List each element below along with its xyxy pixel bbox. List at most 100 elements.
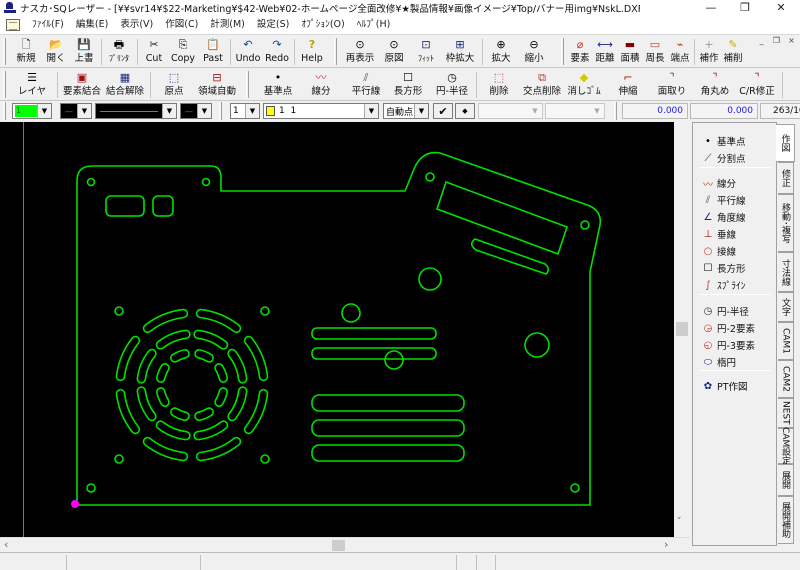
panel-item-circle-radius[interactable]: ◷ 円-半径 bbox=[701, 303, 749, 319]
disabled-select-b[interactable]: ▼ bbox=[545, 103, 605, 119]
layer-button[interactable]: ☰ レイヤ bbox=[14, 70, 50, 100]
panel-item-angle-line[interactable]: ∠ 角度線 bbox=[701, 209, 746, 225]
measure-distance-button[interactable]: ⟷ 距離 bbox=[593, 37, 617, 67]
copy-button[interactable]: ⎘ Copy bbox=[168, 37, 198, 67]
fit-button[interactable]: ⊡ ﾌｨｯﾄ bbox=[412, 37, 440, 67]
toolbar-grip[interactable] bbox=[3, 71, 6, 98]
paste-button[interactable]: 📋 Past bbox=[200, 37, 226, 67]
chevron-down-icon[interactable]: ▼ bbox=[77, 104, 91, 118]
aux-draw-button[interactable]: + 補作 bbox=[697, 37, 721, 67]
confirm-button[interactable]: ✔ bbox=[433, 103, 453, 119]
scroll-down-arrow[interactable]: ˅ bbox=[677, 517, 682, 527]
measure-endpoint-button[interactable]: ⌁ 端点 bbox=[668, 37, 692, 67]
tab-8[interactable]: CAM設定 bbox=[778, 427, 794, 465]
toolbar-grip[interactable] bbox=[3, 102, 6, 120]
eraser-button[interactable]: ◆ 消しｺﾞﾑ bbox=[566, 70, 602, 100]
panel-item-pt-draw[interactable]: ✿ PT作図 bbox=[701, 378, 748, 394]
scroll-right-arrow[interactable]: › bbox=[664, 538, 668, 551]
new-button[interactable]: 🗋 新規 bbox=[12, 37, 40, 67]
measure-perimeter-button[interactable]: ▭ 周長 bbox=[643, 37, 667, 67]
snap-mode-select[interactable]: 自動点 ▼ bbox=[383, 103, 429, 119]
linetype-select[interactable]: — ▼ bbox=[60, 103, 92, 119]
toolbar-grip[interactable] bbox=[3, 38, 6, 65]
line-end-select[interactable]: — ▼ bbox=[180, 103, 212, 119]
tab-6[interactable]: CAM2 bbox=[778, 360, 794, 398]
drawing-canvas[interactable] bbox=[0, 122, 690, 537]
menu-edit[interactable]: 編集(E) bbox=[70, 16, 114, 34]
document-icon[interactable] bbox=[6, 19, 20, 31]
cad-drawing[interactable] bbox=[0, 122, 690, 537]
panel-item-divide-point[interactable]: ⟋ 分割点 bbox=[701, 150, 746, 166]
tab-7[interactable]: NEST bbox=[778, 398, 794, 428]
panel-item-circle-3elem[interactable]: ◵ 円-3要素 bbox=[701, 337, 755, 353]
panel-item-parallel-line[interactable]: ⫽ 平行線 bbox=[701, 192, 746, 208]
join-elements-button[interactable]: ▣ 要素結合 bbox=[62, 70, 102, 100]
reference-point-button[interactable]: • 基準点 bbox=[258, 70, 298, 100]
menu-measure[interactable]: 計測(M) bbox=[204, 16, 251, 34]
chevron-down-icon[interactable]: ▼ bbox=[414, 104, 428, 118]
zoom-in-button[interactable]: ⊕ 拡大 bbox=[488, 37, 514, 67]
frame-zoom-button[interactable]: ⊞ 枠拡大 bbox=[444, 37, 476, 67]
vertical-scrollbar[interactable]: ˅ bbox=[674, 122, 690, 537]
tab-0[interactable]: 作図 bbox=[776, 124, 795, 162]
menu-view[interactable]: 表示(V) bbox=[114, 16, 159, 34]
redo-button[interactable]: ↷ Redo bbox=[263, 37, 291, 67]
undo-button[interactable]: ↶ Undo bbox=[234, 37, 262, 67]
layer-name-select[interactable]: 1 1 ▼ bbox=[263, 103, 379, 119]
tab-9[interactable]: 展開 bbox=[778, 464, 794, 496]
auto-area-button[interactable]: ⊟ 領域自動 bbox=[195, 70, 239, 100]
panel-item-spline[interactable]: ∫ ｽﾌﾟﾗｲﾝ bbox=[701, 277, 745, 293]
lineweight-select[interactable]: ▼ bbox=[95, 103, 177, 119]
chevron-down-icon[interactable]: ▼ bbox=[245, 104, 259, 118]
redraw-button[interactable]: ⊙ 再表示 bbox=[343, 37, 377, 67]
color-select[interactable]: 1 ▼ bbox=[12, 103, 52, 119]
menu-help[interactable]: ﾍﾙﾌﾟ(H) bbox=[351, 16, 397, 34]
parallel-line-button[interactable]: ⫽ 平行線 bbox=[346, 70, 386, 100]
measure-area-button[interactable]: ▬ 面積 bbox=[618, 37, 642, 67]
measure-element-button[interactable]: ⌀ 要素 bbox=[568, 37, 592, 67]
unjoin-button[interactable]: ▦ 結合解除 bbox=[105, 70, 145, 100]
menu-options[interactable]: ｵﾌﾟｼｮﾝ(O) bbox=[295, 16, 350, 34]
horizontal-scrollbar[interactable]: ‹ › bbox=[0, 537, 690, 552]
fillet-button[interactable]: ⌝ 角丸め bbox=[697, 70, 733, 100]
delete-button[interactable]: ⬚ 削除 bbox=[484, 70, 514, 100]
panel-item-tangent[interactable]: ○ 接線 bbox=[701, 243, 736, 259]
toolbar-grip[interactable] bbox=[614, 102, 617, 120]
zoom-out-button[interactable]: ⊖ 縮小 bbox=[521, 37, 547, 67]
chevron-down-icon[interactable]: ▼ bbox=[162, 104, 176, 118]
point-button[interactable]: ◆ bbox=[455, 103, 475, 119]
tab-5[interactable]: CAM1 bbox=[778, 322, 794, 360]
toolbar-grip[interactable] bbox=[246, 71, 249, 98]
maximize-button[interactable]: ❐ bbox=[728, 0, 762, 16]
tab-3[interactable]: 寸法線 bbox=[778, 252, 794, 292]
layer-number-select[interactable]: 1 ▼ bbox=[230, 103, 260, 119]
tab-1[interactable]: 修正 bbox=[778, 162, 794, 194]
extend-button[interactable]: ⌐ 伸縮 bbox=[614, 70, 642, 100]
chevron-down-icon[interactable]: ▼ bbox=[364, 104, 378, 118]
menu-settings[interactable]: 設定(S) bbox=[251, 16, 295, 34]
panel-item-circle-2elem[interactable]: ◶ 円-2要素 bbox=[701, 320, 755, 336]
disabled-select-a[interactable]: ▼ bbox=[478, 103, 543, 119]
line-segment-button[interactable]: 〰線分 bbox=[303, 70, 339, 100]
open-button[interactable]: 📂 開く bbox=[42, 37, 70, 67]
panel-item-ellipse[interactable]: ⬭ 楕円 bbox=[701, 354, 736, 370]
circle-radius-button[interactable]: ◷ 円-半径 bbox=[432, 70, 472, 100]
panel-item-reference-point[interactable]: • 基準点 bbox=[701, 133, 745, 149]
original-view-button[interactable]: ⊙ 原図 bbox=[380, 37, 408, 67]
scroll-left-arrow[interactable]: ‹ bbox=[4, 538, 8, 551]
toolbar-grip[interactable] bbox=[561, 38, 564, 65]
cr-edit-button[interactable]: ⌝ C/R修正 bbox=[737, 70, 777, 100]
print-button[interactable]: 🖶 ﾌﾟﾘﾝﾀ bbox=[104, 37, 134, 67]
toolbar-grip[interactable] bbox=[334, 38, 337, 65]
tab-10[interactable]: 展開補助 bbox=[778, 496, 794, 544]
toolbar-grip[interactable] bbox=[219, 102, 222, 120]
menu-draw[interactable]: 作図(C) bbox=[159, 16, 204, 34]
save-button[interactable]: 💾 上書 bbox=[70, 37, 98, 67]
close-button[interactable]: ✕ bbox=[764, 0, 798, 16]
menu-file[interactable]: ﾌｧｲﾙ(F) bbox=[26, 16, 70, 34]
horizontal-scroll-thumb[interactable] bbox=[332, 540, 345, 551]
panel-item-rectangle[interactable]: ☐ 長方形 bbox=[701, 260, 746, 276]
help-button[interactable]: ? Help bbox=[298, 37, 326, 67]
intersection-delete-button[interactable]: ⧉ 交点削除 bbox=[520, 70, 564, 100]
vertical-scroll-thumb[interactable] bbox=[676, 322, 688, 336]
